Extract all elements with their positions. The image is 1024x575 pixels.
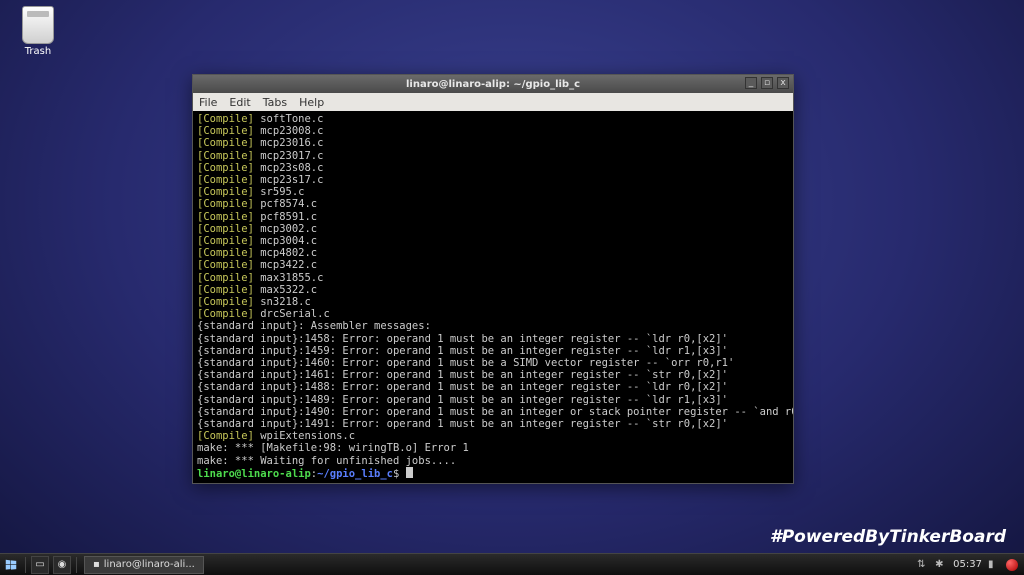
desktop-trash[interactable]: Trash (14, 6, 62, 57)
bluetooth-icon[interactable]: ✱ (935, 559, 947, 571)
network-icon[interactable]: ⇅ (917, 559, 929, 571)
window-maximize-button[interactable]: ▫ (761, 77, 773, 89)
window-menubar: File Edit Tabs Help (193, 93, 793, 111)
start-icon (4, 558, 18, 572)
start-menu-button[interactable] (0, 554, 22, 575)
taskbar-clock[interactable]: 05:37 (953, 559, 982, 570)
trash-label: Trash (14, 46, 62, 57)
menu-tabs[interactable]: Tabs (263, 96, 287, 109)
window-minimize-button[interactable]: _ (745, 77, 757, 89)
launcher-browser[interactable]: ◉ (53, 556, 71, 574)
notification-icon[interactable]: ▮ (988, 559, 1000, 571)
terminal-window: linaro@linaro-alip: ~/gpio_lib_c _ ▫ x F… (192, 74, 794, 484)
taskbar-separator (25, 557, 26, 573)
launcher-filemanager[interactable]: ▭ (31, 556, 49, 574)
terminal-icon: ▪ (93, 559, 100, 570)
window-title: linaro@linaro-alip: ~/gpio_lib_c (193, 79, 793, 90)
window-close-button[interactable]: x (777, 77, 789, 89)
power-button[interactable] (1006, 559, 1018, 571)
system-tray: ⇅ ✱ 05:37 ▮ (911, 559, 1024, 571)
taskbar-task-terminal[interactable]: ▪ linaro@linaro-ali... (84, 556, 204, 574)
menu-edit[interactable]: Edit (229, 96, 250, 109)
task-label: linaro@linaro-ali... (104, 559, 195, 570)
menu-file[interactable]: File (199, 96, 217, 109)
watermark-text: #PoweredByTinkerBoard (770, 527, 1006, 547)
terminal-output[interactable]: [Compile] softTone.c [Compile] mcp23008.… (193, 111, 793, 483)
menu-help[interactable]: Help (299, 96, 324, 109)
trash-icon (22, 6, 54, 44)
taskbar: ▭ ◉ ▪ linaro@linaro-ali... ⇅ ✱ 05:37 ▮ (0, 553, 1024, 575)
taskbar-separator (76, 557, 77, 573)
window-titlebar[interactable]: linaro@linaro-alip: ~/gpio_lib_c _ ▫ x (193, 75, 793, 93)
